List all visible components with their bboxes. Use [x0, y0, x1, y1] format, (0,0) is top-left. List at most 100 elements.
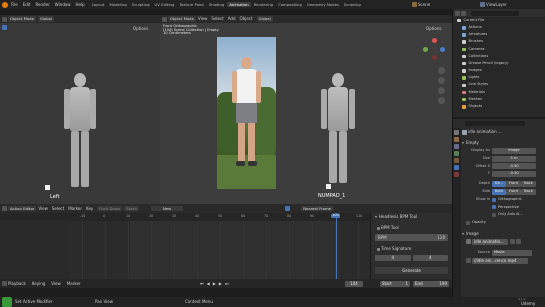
side-both-option[interactable]: Both [492, 188, 506, 195]
snap-dropdown[interactable]: Nearest Frame [301, 205, 334, 212]
blender-logo-icon[interactable] [2, 1, 8, 8]
new-action-button[interactable]: New [150, 205, 184, 212]
center-mode-dropdown[interactable]: Object Mode [168, 16, 196, 22]
outliner-item[interactable]: Meshes [453, 96, 545, 103]
orthographic-checkbox[interactable] [492, 197, 496, 202]
outliner-item[interactable]: Materials [453, 89, 545, 96]
size-field[interactable]: 5 m [492, 155, 536, 162]
workspace-tab[interactable]: Geometry Nodes [305, 2, 341, 8]
menu-render[interactable]: Render [35, 2, 49, 7]
zoom-icon[interactable] [438, 67, 445, 74]
scene-tab-icon[interactable] [454, 151, 459, 156]
push-down-button[interactable]: Push Down [97, 205, 123, 212]
gizmo-y-axis-icon[interactable] [423, 47, 428, 52]
view-menu[interactable]: View [51, 281, 61, 286]
next-key-icon[interactable]: ▶ [219, 281, 222, 286]
outliner-item[interactable]: Objects [453, 103, 545, 110]
keying-menu[interactable]: Keying [32, 281, 45, 286]
empty-section-header[interactable]: ▾ Empty [462, 139, 545, 147]
stash-button[interactable]: Stash [124, 205, 139, 212]
workspace-tab[interactable]: Scripting [342, 2, 363, 8]
center-options[interactable]: Options [426, 27, 441, 31]
timeline-ruler[interactable]: -100102030405060708090100110 [0, 213, 370, 221]
prev-key-icon[interactable]: ◀ [207, 281, 210, 286]
outliner-item[interactable]: Collections [453, 53, 545, 60]
object-name[interactable]: idle animation ... [468, 130, 502, 134]
object-tab-icon[interactable] [454, 158, 459, 163]
bpm-field[interactable]: BPM 128 [375, 234, 448, 241]
image-open-icon[interactable] [516, 239, 521, 245]
navigation-gizmo[interactable] [422, 37, 446, 61]
reference-photo-empty[interactable] [217, 37, 276, 189]
ds-menu-select[interactable]: Select [52, 206, 64, 211]
center-menu-select[interactable]: Select [211, 17, 223, 21]
outliner-editor-icon[interactable] [455, 10, 460, 16]
outliner-current-file[interactable]: Current File [453, 17, 545, 24]
gizmo-neg-x-icon[interactable] [432, 55, 437, 60]
ds-menu-marker[interactable]: Marker [68, 206, 82, 211]
constraints-tab-icon[interactable] [454, 172, 459, 177]
snap-icon[interactable] [285, 206, 291, 211]
marker-menu[interactable]: Marker [67, 281, 81, 286]
start-frame-field[interactable]: Start 1 [380, 280, 410, 287]
workspace-tab[interactable]: Sculpting [130, 2, 152, 8]
editor-type-icon[interactable] [2, 16, 7, 22]
time-sig-denominator[interactable]: 4 [412, 254, 448, 261]
offset-x-field[interactable]: -0.50 [492, 163, 536, 170]
gizmo-x-axis-icon[interactable] [432, 38, 437, 43]
outliner-item[interactable]: Lights [453, 75, 545, 82]
menu-window[interactable]: Window [55, 2, 71, 7]
workspace-tab[interactable]: UV Editing [153, 2, 177, 8]
generate-button[interactable]: Generate [375, 267, 448, 274]
outliner-item[interactable]: Cameras [453, 46, 545, 53]
image-icon[interactable] [466, 239, 471, 245]
outliner-item[interactable]: Armatures [453, 31, 545, 38]
pan-hand-icon[interactable] [438, 77, 445, 84]
dopesheet-editor-icon[interactable] [2, 206, 7, 211]
depth-front-option[interactable]: Front [506, 181, 521, 188]
outliner-item[interactable]: Grease Pencil (legacy) [453, 60, 545, 67]
ds-menu-view[interactable]: View [38, 206, 48, 211]
gizmo-z-axis-icon[interactable] [440, 47, 445, 52]
outliner-item[interactable]: Images [453, 67, 545, 74]
channel-region[interactable] [0, 221, 70, 279]
outliner-item[interactable]: Actions [453, 24, 545, 31]
center-orientation-dropdown[interactable]: Global [256, 16, 273, 22]
properties-search-input[interactable] [465, 121, 525, 126]
playback-menu[interactable]: Playback [8, 281, 26, 286]
editor-type-icon[interactable] [162, 16, 167, 22]
center-menu-add[interactable]: Add [228, 17, 236, 21]
outliner-item[interactable]: Brushes [453, 39, 545, 46]
scene-selector[interactable]: Scene [412, 2, 430, 7]
workspace-tab[interactable]: Animation [227, 1, 251, 8]
ds-menu-key[interactable]: Key [86, 206, 93, 211]
center-menu-object[interactable]: Object [240, 17, 253, 21]
left-orientation-dropdown[interactable]: Global [37, 16, 55, 22]
source-dropdown[interactable]: Movie [492, 249, 532, 256]
jump-end-icon[interactable]: ⏭ [225, 281, 229, 286]
action-editor-dropdown[interactable]: Action Editor [8, 205, 37, 212]
offset-y-field[interactable]: -0.50 [492, 171, 536, 178]
image-section-header[interactable]: ▾ Image [462, 230, 545, 238]
menu-edit[interactable]: Edit [23, 2, 31, 7]
left-options[interactable]: Options [133, 27, 148, 31]
workspace-tab[interactable]: Modeling [108, 2, 129, 8]
opacity-checkbox[interactable] [466, 221, 470, 226]
left-3d-figure[interactable] [60, 73, 100, 193]
image-unlink-icon[interactable] [510, 239, 515, 245]
depth-back-option[interactable]: Back [521, 181, 536, 188]
only-axis-aligned-checkbox[interactable] [492, 213, 496, 218]
side-back-option[interactable]: Back [521, 188, 536, 195]
display-as-dropdown[interactable]: Image [492, 147, 536, 154]
render-tab-icon[interactable] [454, 137, 459, 142]
timeline-editor-icon[interactable] [2, 281, 7, 286]
depth-default-option[interactable]: De... [492, 181, 506, 188]
outliner-search-input[interactable] [471, 10, 519, 16]
workspace-tab[interactable]: Rendering [252, 2, 275, 8]
center-menu-view[interactable]: View [198, 17, 208, 21]
output-tab-icon[interactable] [454, 144, 459, 149]
tool-tab-icon[interactable] [454, 130, 459, 135]
camera-view-icon[interactable] [438, 87, 445, 94]
center-viewport[interactable]: Front Orthographic (104) Scene Collectio… [160, 23, 452, 204]
outliner-filter-icon[interactable] [461, 10, 466, 16]
